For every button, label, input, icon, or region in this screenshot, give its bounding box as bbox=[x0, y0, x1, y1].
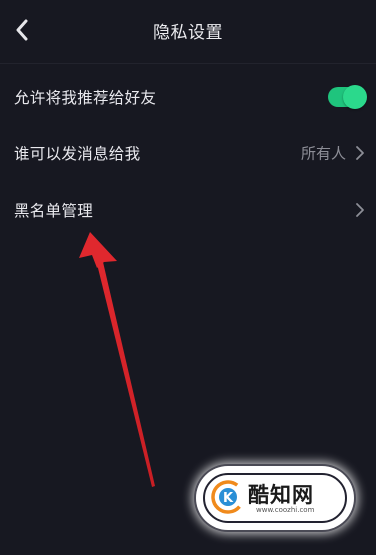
page-title: 隐私设置 bbox=[153, 23, 223, 43]
setting-row-who-can-message[interactable]: 谁可以发消息给我 所有人 bbox=[0, 125, 376, 181]
chevron-right-icon bbox=[356, 203, 364, 217]
setting-row-blacklist[interactable]: 黑名单管理 bbox=[0, 182, 376, 238]
toggle-knob bbox=[343, 85, 367, 109]
watermark-url: www.coozhi.com bbox=[256, 506, 315, 514]
setting-label: 谁可以发消息给我 bbox=[14, 145, 141, 163]
header-bar: 隐私设置 bbox=[0, 0, 376, 64]
chevron-right-icon bbox=[356, 146, 364, 160]
coozhi-watermark: K 酷知网 www.coozhi.com bbox=[196, 466, 354, 530]
setting-row-recommend-to-friends[interactable]: 允许将我推荐给好友 bbox=[0, 69, 376, 125]
setting-label: 允许将我推荐给好友 bbox=[14, 89, 157, 107]
setting-value: 所有人 bbox=[300, 144, 346, 163]
recommend-toggle[interactable] bbox=[328, 85, 367, 109]
privacy-settings-screen: 隐私设置 允许将我推荐给好友 谁可以发消息给我 所有人 黑名单管理 K 酷知网 … bbox=[0, 0, 376, 555]
logo-letter: K bbox=[223, 491, 234, 506]
watermark-text: 酷知网 bbox=[248, 483, 314, 507]
coozhi-logo-icon: K bbox=[211, 480, 245, 514]
setting-label: 黑名单管理 bbox=[14, 202, 94, 220]
header-divider bbox=[0, 63, 376, 64]
